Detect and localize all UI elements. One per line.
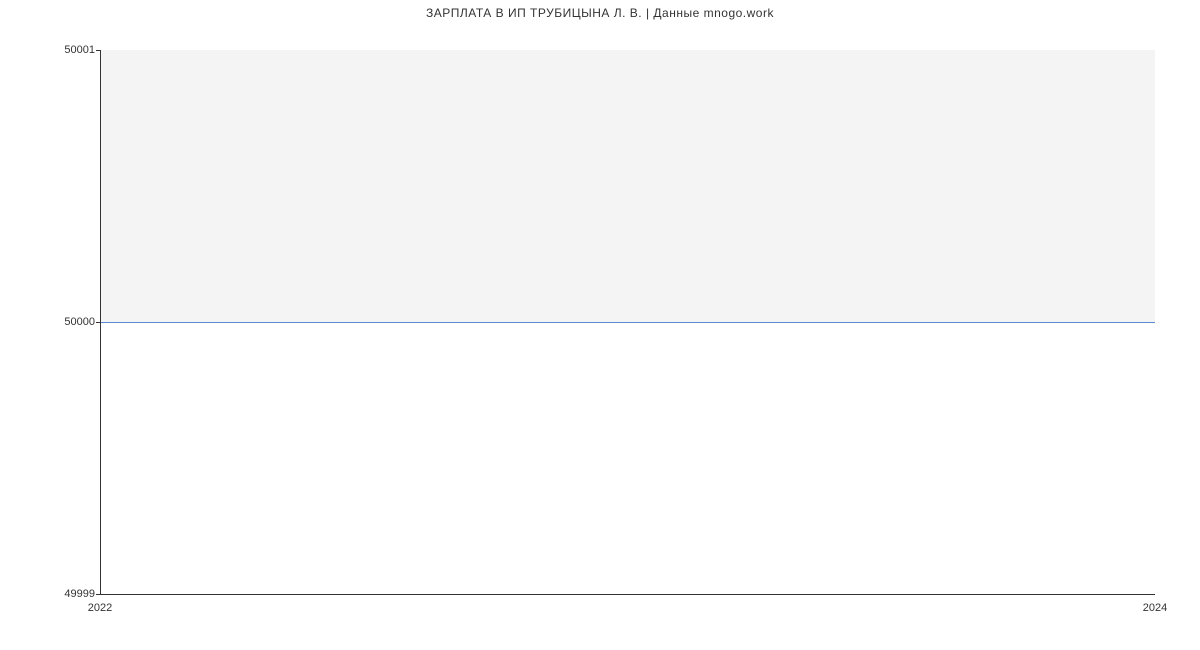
plot-background-lower xyxy=(101,322,1155,594)
x-axis-tick-label: 2024 xyxy=(1143,602,1167,614)
chart-title: ЗАРПЛАТА В ИП ТРУБИЦЫНА Л. В. | Данные m… xyxy=(0,6,1200,20)
y-axis-tick-label: 50001 xyxy=(64,44,95,56)
chart-container: ЗАРПЛАТА В ИП ТРУБИЦЫНА Л. В. | Данные m… xyxy=(0,0,1200,650)
data-line xyxy=(101,322,1155,323)
plot-background-upper xyxy=(101,50,1155,322)
x-axis-tick-label: 2022 xyxy=(88,602,112,614)
y-axis-tick-label: 49999 xyxy=(64,588,95,600)
plot-area xyxy=(100,50,1155,595)
y-axis-tick-label: 50000 xyxy=(64,316,95,328)
